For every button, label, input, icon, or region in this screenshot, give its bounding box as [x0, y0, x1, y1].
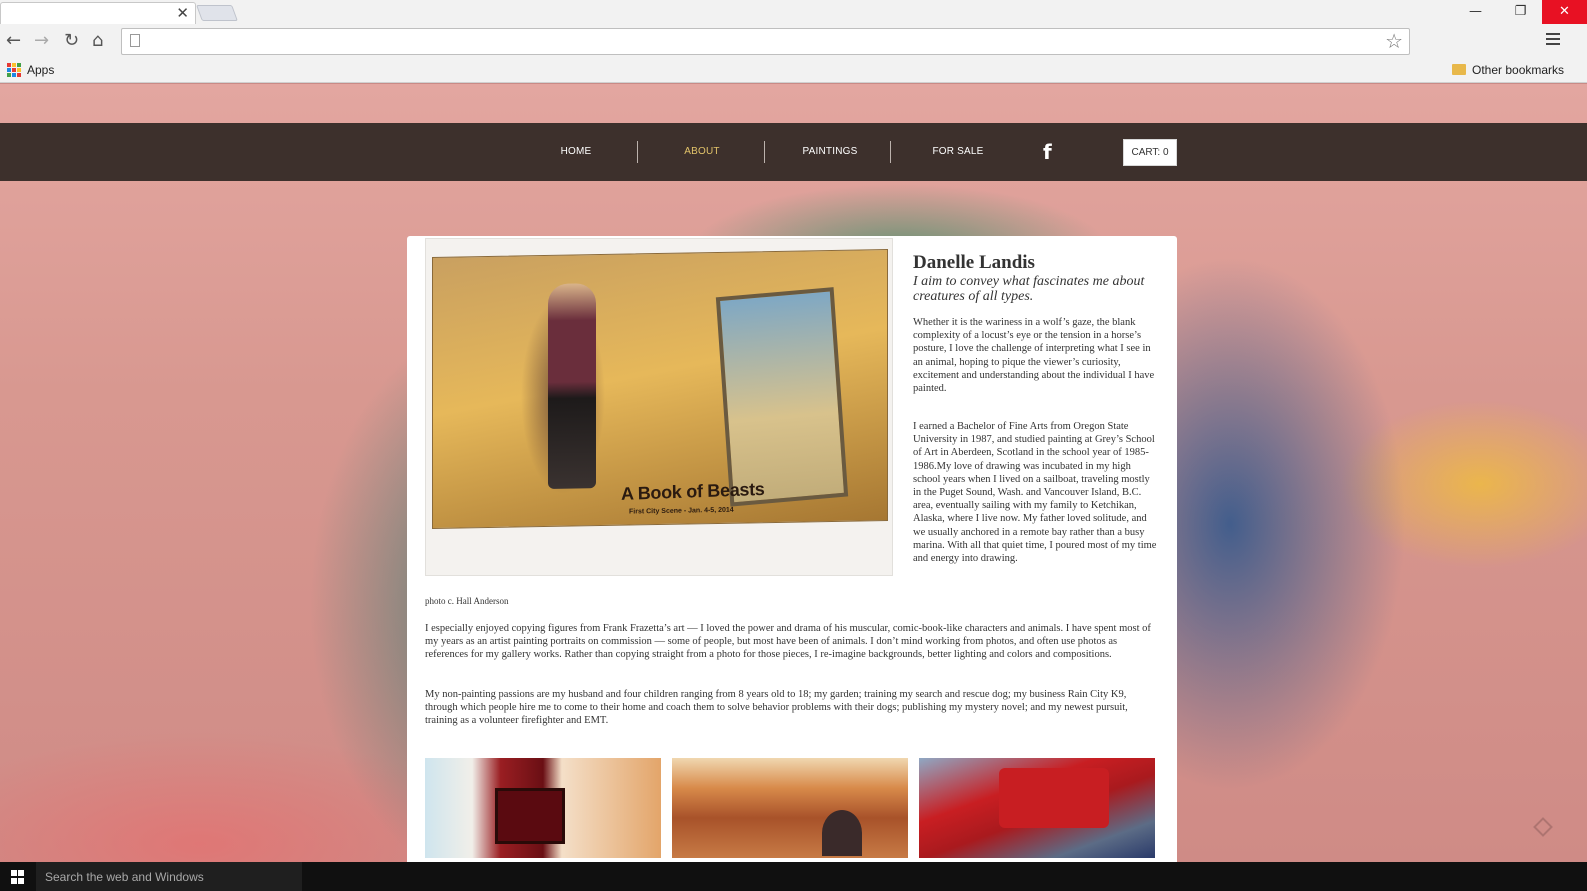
address-bar[interactable]: ☆ — [121, 28, 1410, 55]
gallery-thumbnail[interactable] — [672, 758, 908, 858]
red-painting — [495, 788, 565, 844]
artist-tagline: I aim to convey what fascinates me about… — [913, 274, 1145, 304]
nav-home-link[interactable]: HOME — [548, 123, 604, 181]
taskbar-search-input[interactable] — [45, 868, 295, 885]
other-bookmarks-folder[interactable]: Other bookmarks — [1452, 63, 1564, 77]
nav-about-link[interactable]: ABOUT — [674, 123, 730, 181]
bio-paragraph: I especially enjoyed copying figures fro… — [425, 623, 1151, 661]
gallery-thumbnail[interactable] — [425, 758, 661, 858]
apps-bookmark[interactable]: Apps — [27, 63, 54, 77]
back-arrow-icon[interactable]: ← — [6, 30, 21, 52]
dog-painting — [715, 287, 849, 507]
about-content-card: A Book of Beasts First City Scene - Jan.… — [407, 236, 1177, 862]
site-navigation: HOME ABOUT PAINTINGS FOR SALE f CART: 0 — [0, 123, 1587, 181]
page-viewport: HOME ABOUT PAINTINGS FOR SALE f CART: 0 … — [0, 84, 1587, 862]
artist-gallery-photo: A Book of Beasts First City Scene - Jan.… — [425, 238, 893, 576]
gallery-scene: A Book of Beasts First City Scene - Jan.… — [432, 249, 888, 529]
taskbar-search[interactable] — [36, 862, 302, 891]
apps-grid-dot — [17, 68, 21, 72]
new-tab-button[interactable] — [196, 5, 238, 21]
bookmarks-bar: Apps Other bookmarks — [0, 59, 1587, 83]
nav-divider — [764, 141, 765, 163]
folder-icon — [1452, 64, 1466, 75]
scroll-indicator-icon[interactable] — [1533, 817, 1553, 837]
browser-toolbar: ← → ↻ ⌂ ☆ — [0, 24, 1587, 59]
bookmark-star-icon[interactable]: ☆ — [1385, 29, 1403, 54]
apps-grid-dot — [12, 68, 16, 72]
window-close-button[interactable]: ✕ — [1542, 0, 1587, 24]
nav-divider — [637, 141, 638, 163]
tab-close-icon[interactable]: ✕ — [176, 4, 189, 22]
windows-taskbar — [0, 862, 1587, 891]
artist-figure — [548, 283, 596, 489]
address-input[interactable] — [150, 29, 1350, 54]
facebook-icon[interactable]: f — [1043, 141, 1052, 163]
forward-arrow-icon[interactable]: → — [34, 30, 49, 52]
page-icon — [130, 34, 140, 47]
browser-tab-strip: ✕ — ❐ ✕ — [0, 0, 1587, 24]
apps-grid-icon[interactable] — [7, 63, 21, 77]
apps-grid-dot — [12, 63, 16, 67]
photo-credit: photo c. Hall Anderson — [425, 596, 509, 606]
apps-grid-dot — [17, 63, 21, 67]
cart-button[interactable]: CART: 0 — [1123, 139, 1177, 166]
person-figure — [822, 810, 862, 856]
apps-grid-dot — [17, 73, 21, 77]
browser-menu-icon[interactable] — [1546, 33, 1560, 47]
other-bookmarks-label: Other bookmarks — [1472, 63, 1565, 77]
gallery-thumbnail[interactable] — [919, 758, 1155, 858]
nav-divider — [890, 141, 891, 163]
apps-grid-dot — [12, 73, 16, 77]
bio-paragraph: I earned a Bachelor of Fine Arts from Or… — [913, 421, 1157, 565]
bio-paragraph: Whether it is the wariness in a wolf’s g… — [913, 317, 1155, 395]
browser-tab-active[interactable]: ✕ — [0, 2, 196, 24]
nav-for-sale-link[interactable]: FOR SALE — [924, 123, 992, 181]
bio-paragraph: My non-painting passions are my husband … — [425, 689, 1128, 727]
window-restore-button[interactable]: ❐ — [1498, 0, 1543, 24]
artist-name: Danelle Landis — [913, 252, 1035, 273]
apps-grid-dot — [7, 68, 11, 72]
red-van — [999, 768, 1109, 828]
home-icon[interactable]: ⌂ — [92, 30, 103, 52]
reload-icon[interactable]: ↻ — [64, 30, 79, 52]
photo-subheadline: First City Scene - Jan. 4-5, 2014 — [629, 506, 734, 516]
nav-paintings-link[interactable]: PAINTINGS — [796, 123, 864, 181]
apps-grid-dot — [7, 73, 11, 77]
window-minimize-button[interactable]: — — [1453, 0, 1498, 24]
windows-start-icon[interactable] — [11, 870, 25, 884]
apps-grid-dot — [7, 63, 11, 67]
